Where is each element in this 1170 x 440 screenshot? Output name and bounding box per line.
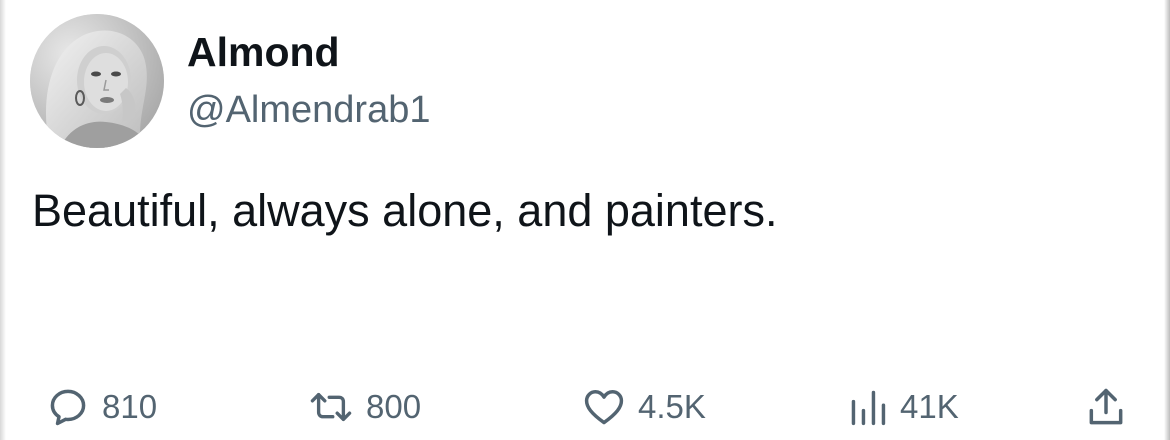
display-name[interactable]: Almond (187, 28, 340, 76)
share-button[interactable] (1084, 380, 1128, 434)
views-button[interactable]: 41K (848, 380, 959, 434)
retweet-icon (308, 385, 354, 429)
tweet-text: Beautiful, always alone, and painters. (32, 185, 778, 236)
user-handle[interactable]: @Almendrab1 (187, 87, 430, 133)
avatar[interactable] (30, 14, 164, 148)
reply-bubble-icon (46, 385, 90, 429)
avatar-portrait-image (30, 14, 164, 148)
heart-icon (582, 385, 626, 429)
retweet-button[interactable]: 800 (308, 380, 421, 434)
tweet-card: Almond @Almendrab1 Beautiful, always alo… (0, 0, 1170, 440)
retweet-count: 800 (366, 388, 422, 425)
right-edge-shadow (1164, 0, 1170, 440)
reply-button[interactable]: 810 (46, 380, 157, 434)
left-edge-shadow (0, 0, 6, 440)
views-count: 41K (900, 388, 959, 425)
like-count: 4.5K (638, 388, 706, 425)
like-button[interactable]: 4.5K (582, 380, 706, 434)
views-bar-chart-icon (848, 385, 888, 429)
reply-count: 810 (102, 388, 158, 425)
share-upload-icon (1084, 385, 1128, 429)
